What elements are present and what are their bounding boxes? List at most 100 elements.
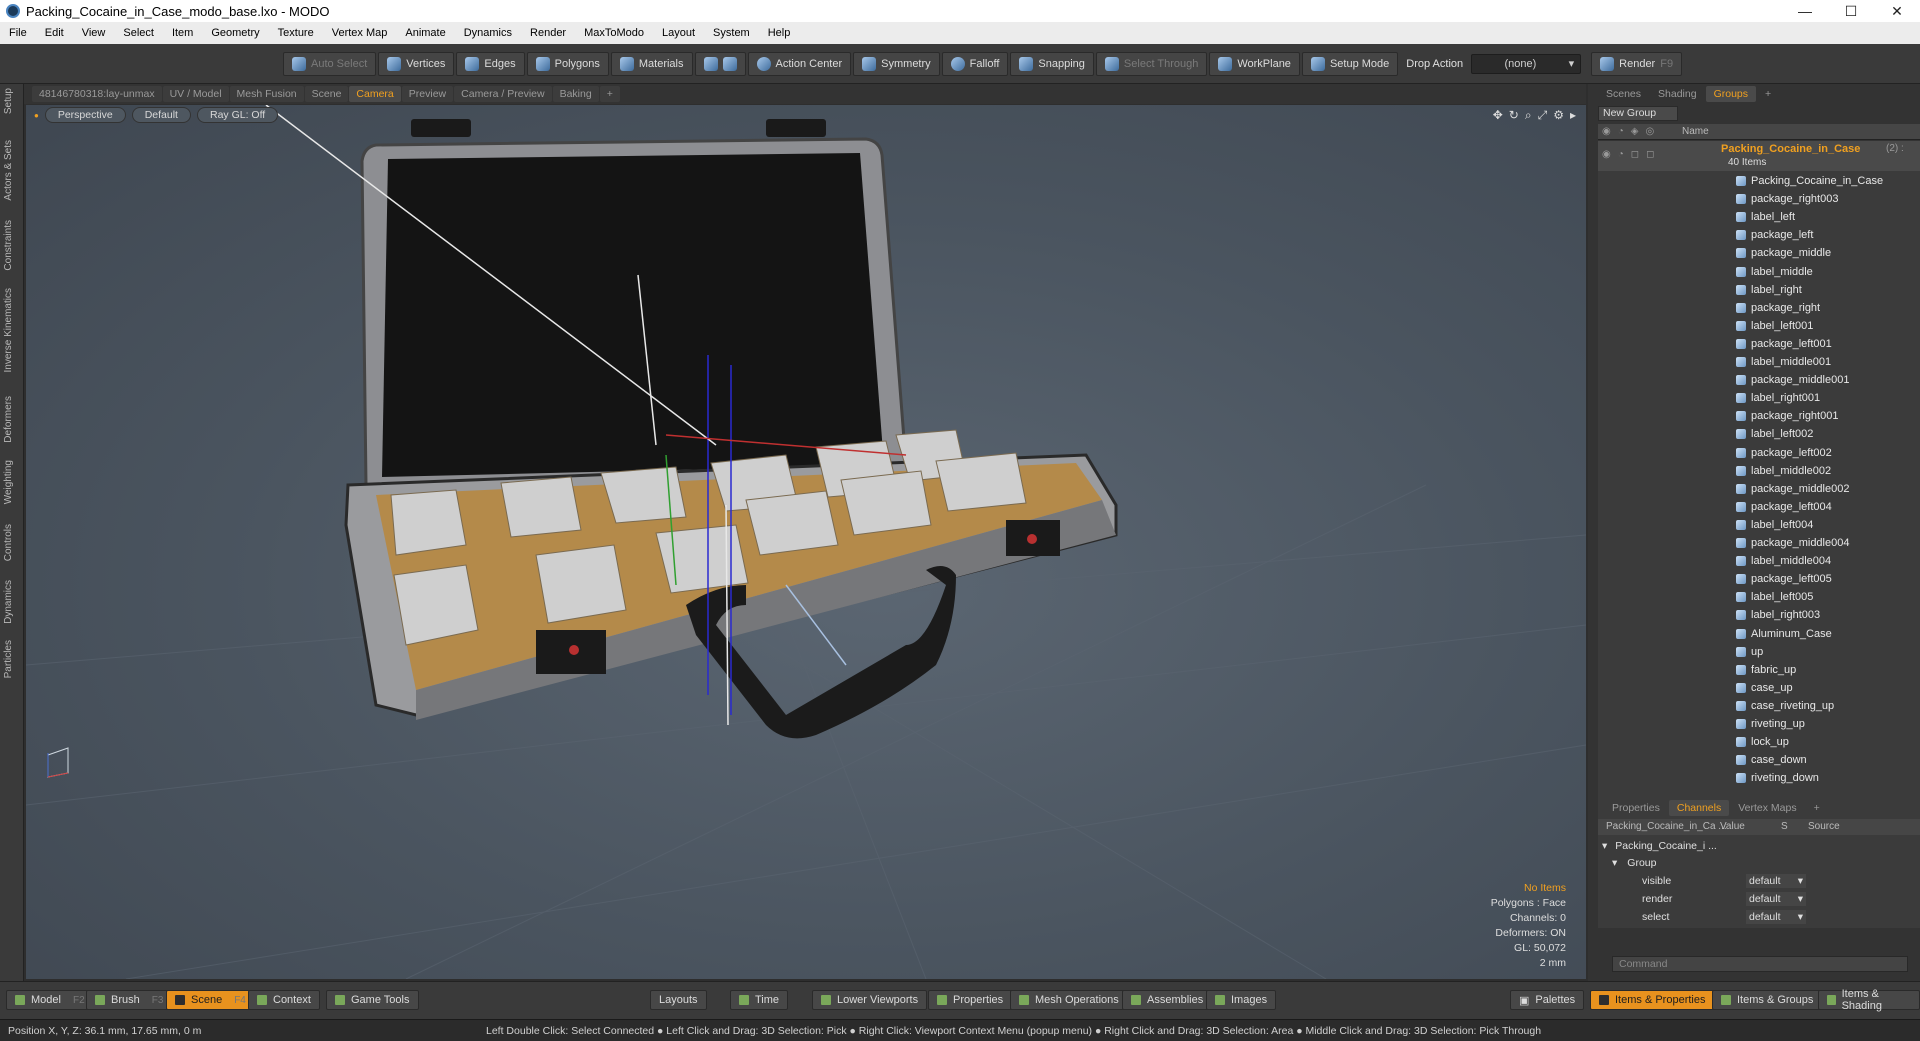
new-group-button[interactable]: New Group	[1598, 106, 1678, 121]
assemblies-button[interactable]: Assemblies	[1122, 990, 1213, 1010]
list-item[interactable]: riveting_up	[1598, 715, 1920, 733]
items-properties-button[interactable]: Items & Properties	[1590, 990, 1715, 1010]
render-button[interactable]: Render F9	[1591, 51, 1683, 76]
list-item[interactable]: Aluminum_Case	[1598, 625, 1920, 643]
auto-select-button[interactable]: Auto Select	[283, 51, 377, 76]
select-through-button[interactable]: Select Through	[1095, 51, 1208, 76]
command-input[interactable]: Command	[1612, 956, 1908, 972]
menu-maxtomodo[interactable]: MaxToModo	[575, 27, 653, 39]
snapping-button[interactable]: Snapping	[1010, 51, 1094, 76]
zoom-icon[interactable]: ⌕	[1525, 108, 1532, 123]
time-button[interactable]: Time	[730, 990, 789, 1010]
layouts-button[interactable]: Layouts	[650, 990, 707, 1010]
properties-button[interactable]: Properties	[928, 990, 1013, 1010]
menu-animate[interactable]: Animate	[396, 27, 454, 39]
gear-icon[interactable]: ⚙	[1553, 108, 1564, 123]
polygons-button[interactable]: Polygons	[526, 51, 609, 76]
rotate-icon[interactable]: ↻	[1509, 108, 1519, 123]
tab-baking[interactable]: Baking	[552, 86, 599, 102]
list-item[interactable]: label_middle004	[1598, 552, 1920, 570]
list-item[interactable]: package_right003	[1598, 190, 1920, 208]
list-item[interactable]: case_up	[1598, 679, 1920, 697]
list-item[interactable]: package_middle	[1598, 244, 1920, 262]
channel-value-render[interactable]: default ▾	[1746, 891, 1806, 906]
list-item[interactable]: label_right003	[1598, 606, 1920, 624]
group-root-row[interactable]: ◉ ◔ ◻ ◻ Packing_Cocaine_in_Case (2) : 40 It…	[1598, 141, 1920, 171]
menu-select[interactable]: Select	[114, 27, 163, 39]
vtab-deformers[interactable]: Deformers	[3, 396, 14, 443]
eye-icon[interactable]: ◉	[1602, 149, 1611, 160]
list-item[interactable]: package_left002	[1598, 444, 1920, 462]
vtab-weighting[interactable]: Weighting	[3, 460, 14, 504]
menu-texture[interactable]: Texture	[269, 27, 323, 39]
3d-viewport[interactable]: ● Perspective Default Ray GL: Off ✥ ↻ ⌕ …	[26, 105, 1586, 979]
action-center-button[interactable]: Action Center	[747, 51, 852, 76]
tab-channels[interactable]: Channels	[1668, 800, 1730, 816]
list-item[interactable]: label_middle	[1598, 263, 1920, 281]
list-item[interactable]: package_right001	[1598, 407, 1920, 425]
game-tools-button[interactable]: Game Tools	[326, 990, 419, 1010]
menu-view[interactable]: View	[73, 27, 115, 39]
vtab-controls[interactable]: Controls	[3, 524, 14, 561]
tab-properties[interactable]: Properties	[1604, 800, 1668, 816]
vtab-setup[interactable]: Setup	[3, 88, 14, 114]
tab-scenes[interactable]: Scenes	[1598, 86, 1649, 102]
select-toggle-icon[interactable]: ◻	[1646, 149, 1654, 160]
context-button[interactable]: Context	[248, 990, 320, 1010]
close-button[interactable]: ✕	[1874, 0, 1920, 22]
setup-mode-button[interactable]: Setup Mode	[1301, 51, 1399, 76]
tab-layout-unmax[interactable]: 48146780318:lay-unmax	[32, 86, 162, 102]
tab-scene[interactable]: Scene	[304, 86, 349, 102]
viewport-pin-icon[interactable]: ●	[34, 111, 39, 120]
channel-row-visible[interactable]: visible default ▾	[1598, 872, 1920, 889]
vtab-particles[interactable]: Particles	[3, 640, 14, 678]
lower-viewports-button[interactable]: Lower Viewports	[812, 990, 928, 1010]
pan-icon[interactable]: ✥	[1493, 108, 1503, 123]
materials-button[interactable]: Materials	[610, 51, 693, 76]
list-item[interactable]: label_left001	[1598, 317, 1920, 335]
mesh-operations-button[interactable]: Mesh Operations	[1010, 990, 1128, 1010]
list-item[interactable]: package_right	[1598, 299, 1920, 317]
channel-value-visible[interactable]: default ▾	[1746, 873, 1806, 888]
palettes-button[interactable]: ▣ Palettes	[1510, 990, 1585, 1010]
list-item[interactable]: case_down	[1598, 751, 1920, 769]
menu-system[interactable]: System	[704, 27, 759, 39]
menu-geometry[interactable]: Geometry	[202, 27, 268, 39]
maximize-button[interactable]: ☐	[1828, 0, 1874, 22]
falloff-button[interactable]: Falloff	[941, 51, 1009, 76]
list-item[interactable]: Packing_Cocaine_in_Case	[1598, 172, 1920, 190]
render-toggle-icon[interactable]: ◻	[1631, 149, 1639, 160]
tab-camera-preview[interactable]: Camera / Preview	[454, 86, 552, 102]
vertices-button[interactable]: Vertices	[378, 51, 455, 76]
list-item[interactable]: package_left	[1598, 226, 1920, 244]
items-groups-button[interactable]: Items & Groups	[1712, 990, 1823, 1010]
list-item[interactable]: package_left001	[1598, 335, 1920, 353]
list-item[interactable]: riveting_down	[1598, 769, 1920, 787]
minimize-button[interactable]: —	[1782, 0, 1828, 22]
list-item[interactable]: label_right001	[1598, 389, 1920, 407]
list-item[interactable]: fabric_up	[1598, 661, 1920, 679]
tab-camera[interactable]: Camera	[349, 86, 401, 102]
list-item[interactable]: label_left004	[1598, 516, 1920, 534]
tab-preview[interactable]: Preview	[401, 86, 454, 102]
brush-button[interactable]: Brush F3	[86, 990, 173, 1010]
symmetry-button[interactable]: Symmetry	[853, 51, 940, 76]
channel-value-select[interactable]: default ▾	[1746, 909, 1806, 924]
model-button[interactable]: Model F2	[6, 990, 94, 1010]
list-item[interactable]: package_middle004	[1598, 534, 1920, 552]
workplane-button[interactable]: WorkPlane	[1209, 51, 1300, 76]
menu-render[interactable]: Render	[521, 27, 575, 39]
menu-help[interactable]: Help	[759, 27, 800, 39]
list-item[interactable]: label_left	[1598, 208, 1920, 226]
vtab-inverse-kinematics[interactable]: Inverse Kinematics	[3, 288, 14, 372]
list-item[interactable]: package_left005	[1598, 570, 1920, 588]
vtab-dynamics[interactable]: Dynamics	[3, 580, 14, 624]
channel-row-select[interactable]: select default ▾	[1598, 908, 1920, 925]
list-item[interactable]: package_middle001	[1598, 371, 1920, 389]
list-item[interactable]: package_left004	[1598, 498, 1920, 516]
tab-mesh-fusion[interactable]: Mesh Fusion	[229, 86, 304, 102]
menu-edit[interactable]: Edit	[36, 27, 73, 39]
list-item[interactable]: label_middle001	[1598, 353, 1920, 371]
menu-layout[interactable]: Layout	[653, 27, 704, 39]
list-item[interactable]: label_middle002	[1598, 462, 1920, 480]
